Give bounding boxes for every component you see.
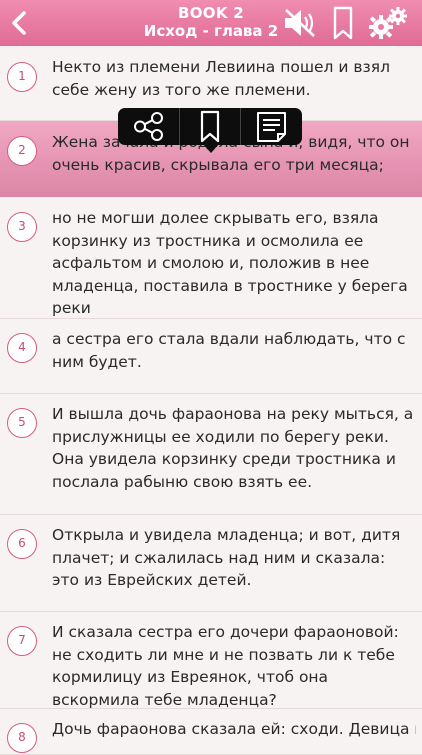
share-icon[interactable] — [118, 108, 179, 145]
speaker-muted-icon[interactable] — [282, 6, 318, 40]
verse-row-5[interactable]: 5 И вышла дочь фараонова на реку мыться,… — [0, 394, 422, 515]
verse-number: 6 — [7, 529, 37, 559]
verse-row-7[interactable]: 7 И сказала сестра его дочери фараоновой… — [0, 612, 422, 709]
top-bar: BOOK 2 Исход - глава 2 — [0, 0, 422, 46]
verse-text: но не могши долее скрывать его, взяла ко… — [52, 209, 408, 317]
settings-gears-icon[interactable] — [366, 6, 410, 40]
verse-number: 7 — [7, 626, 37, 656]
verse-number: 8 — [7, 723, 37, 753]
bookmark-icon[interactable] — [180, 108, 240, 145]
bookmark-icon[interactable] — [332, 6, 354, 40]
verse-number: 2 — [7, 136, 37, 166]
verse-row-8[interactable]: 8 Дочь фараонова сказала ей: сходи. Деви… — [0, 709, 422, 755]
verse-number: 3 — [7, 212, 37, 242]
verse-number: 4 — [7, 333, 37, 363]
verse-text: И сказала сестра его дочери фараоновой: … — [52, 623, 399, 709]
verse-text: а сестра его стала вдали наблюдать, что … — [52, 330, 406, 371]
verse-number: 5 — [7, 408, 37, 438]
verse-text: Некто из племени Левиина пошел и взял се… — [52, 58, 390, 99]
verse-text: И вышла дочь фараонова на реку мыться, а… — [52, 405, 414, 491]
verse-row-4[interactable]: 4 а сестра его стала вдали наблюдать, чт… — [0, 319, 422, 394]
verse-text: Открыла и увидела младенца; и вот, дитя … — [52, 526, 401, 589]
verse-text: Дочь фараонова сказала ей: сходи. Девица… — [52, 720, 416, 738]
verse-number: 1 — [7, 62, 37, 92]
back-chevron-icon[interactable] — [6, 7, 34, 39]
verse-row-6[interactable]: 6 Открыла и увидела младенца; и вот, дит… — [0, 515, 422, 612]
verse-row-3[interactable]: 3 но не могши долее скрывать его, взяла … — [0, 198, 422, 319]
note-icon[interactable] — [241, 108, 302, 145]
popup-pointer — [203, 144, 219, 153]
verse-action-popup — [118, 108, 302, 153]
